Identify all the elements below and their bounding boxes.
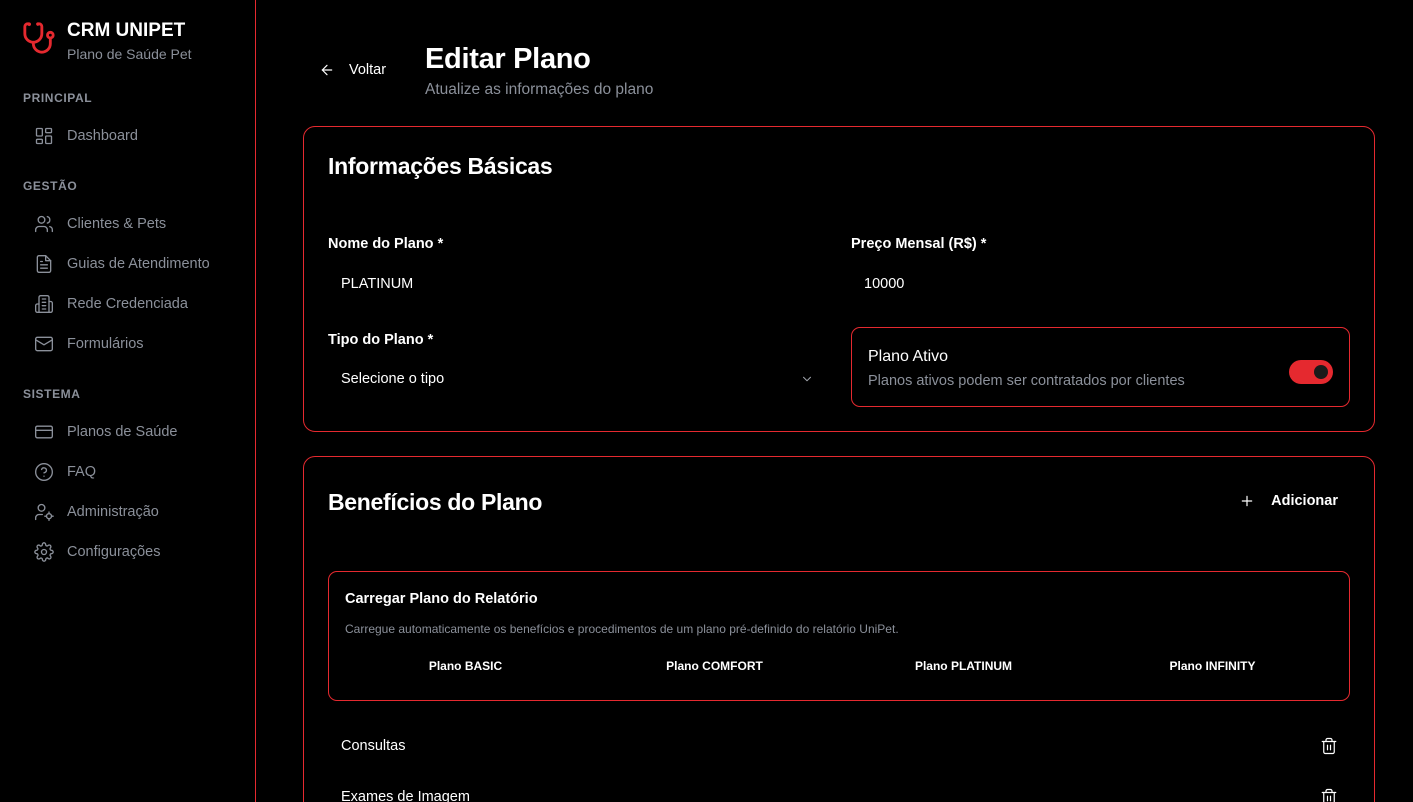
sidebar-item-label: Clientes & Pets [67,216,167,232]
main-content: Voltar Editar Plano Atualize as informaç… [257,0,1413,802]
plan-active-box: Plano Ativo Planos ativos podem ser cont… [851,327,1350,407]
price-input[interactable] [851,266,1350,302]
load-report-desc: Carregue automaticamente os benefícios e… [345,622,899,636]
page-subtitle: Atualize as informações do plano [425,81,654,98]
price-label: Preço Mensal (R$) * [851,236,987,252]
sidebar-item-label: Dashboard [67,128,138,144]
users-icon [35,215,53,233]
benefit-row: Exames de Imagem [328,779,1350,802]
plan-active-title: Plano Ativo [868,348,949,365]
trash-icon[interactable] [1320,788,1338,802]
trash-icon[interactable] [1320,737,1338,755]
sidebar-item-label: Administração [67,504,159,520]
mail-icon [35,336,53,352]
benefit-row: Consultas [328,728,1350,764]
plan-platinum-button[interactable]: Plano PLATINUM [843,654,1084,678]
sidebar-item-dashboard[interactable]: Dashboard [34,124,138,148]
credit-card-icon [35,425,53,439]
plan-type-select[interactable]: Selecione o tipo [328,361,827,397]
building-icon [35,295,53,313]
back-button[interactable]: Voltar [319,62,386,78]
sidebar-item-label: FAQ [67,464,97,480]
sidebar-item-label: Configurações [67,544,161,560]
load-report-plan-box: Carregar Plano do Relatório Carregue aut… [328,571,1350,701]
sidebar-item-clientes-pets[interactable]: Clientes & Pets [34,212,166,236]
brand-title: CRM UNIPET [67,20,186,41]
plan-active-toggle[interactable] [1289,360,1333,384]
gear-icon [34,542,54,562]
plan-name-input[interactable] [328,266,827,302]
section-title-sistema: SISTEMA [23,387,81,401]
user-cog-icon [35,503,54,521]
plan-type-value: Selecione o tipo [341,371,445,387]
benefits-title: Benefícios do Plano [328,489,543,515]
sidebar-item-planos-saude[interactable]: Planos de Saúde [34,420,177,444]
sidebar-item-formularios[interactable]: Formulários [34,332,144,356]
benefit-name[interactable]: Exames de Imagem [328,789,470,802]
sidebar-item-configuracoes[interactable]: Configurações [34,540,161,564]
sidebar-item-label: Rede Credenciada [67,296,188,312]
back-label: Voltar [349,62,387,78]
sidebar-item-administracao[interactable]: Administração [34,500,159,524]
add-benefit-label: Adicionar [1271,493,1338,509]
page-title: Editar Plano [425,43,591,75]
sidebar-item-faq[interactable]: FAQ [34,460,96,484]
basic-info-title: Informações Básicas [328,153,553,179]
document-icon [36,255,52,273]
load-report-title: Carregar Plano do Relatório [345,591,538,607]
plan-name-label: Nome do Plano * [328,236,444,252]
arrow-left-icon [321,64,333,76]
sidebar-item-rede-credenciada[interactable]: Rede Credenciada [34,292,188,316]
basic-info-card: Informações Básicas Nome do Plano * Preç… [303,126,1375,432]
add-benefit-button[interactable]: Adicionar [1239,493,1338,509]
benefits-card: Benefícios do Plano Adicionar Carregar P… [303,456,1375,802]
toggle-knob [1314,365,1328,379]
brand-subtitle: Plano de Saúde Pet [67,46,192,62]
dashboard-icon [35,127,53,145]
sidebar-item-label: Formulários [67,336,144,352]
sidebar-item-guias-atendimento[interactable]: Guias de Atendimento [34,252,210,276]
plan-basic-button[interactable]: Plano BASIC [345,654,586,678]
brand[interactable]: CRM UNIPET Plano de Saúde Pet [22,20,192,62]
benefit-name[interactable]: Consultas [328,738,405,754]
chevron-down-icon [802,376,812,382]
sidebar-item-label: Guias de Atendimento [67,256,210,272]
plan-active-desc: Planos ativos podem ser contratados por … [868,373,1185,389]
help-circle-icon [35,463,53,481]
plan-comfort-button[interactable]: Plano COMFORT [594,654,835,678]
stethoscope-icon [23,22,55,54]
section-title-gestao: GESTÃO [23,179,78,193]
plan-infinity-button[interactable]: Plano INFINITY [1092,654,1333,678]
sidebar: CRM UNIPET Plano de Saúde Pet PRINCIPAL … [0,0,256,802]
sidebar-item-label: Planos de Saúde [67,424,178,440]
plus-icon [1241,495,1253,507]
plan-type-label: Tipo do Plano * [328,332,434,348]
section-title-principal: PRINCIPAL [23,91,93,105]
